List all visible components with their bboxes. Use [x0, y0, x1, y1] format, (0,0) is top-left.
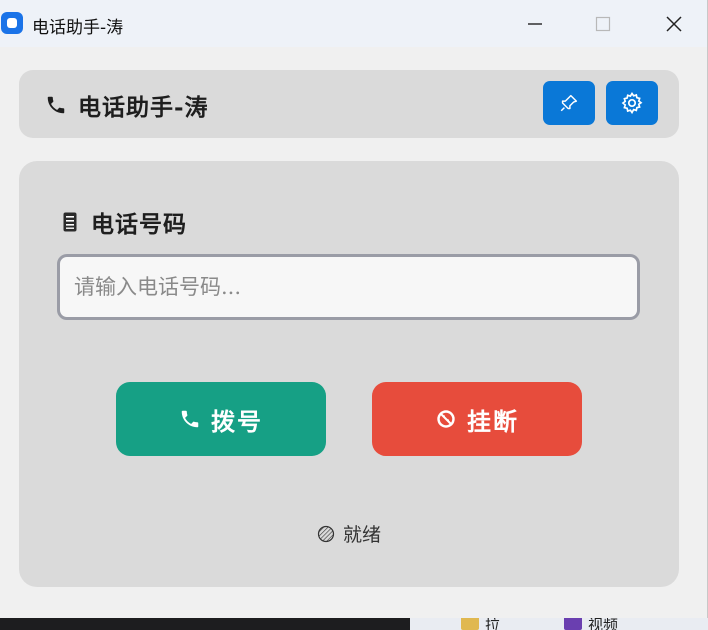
settings-button[interactable]: [606, 81, 658, 125]
page-title: 电话助手-涛: [78, 94, 209, 121]
phone-icon: [45, 94, 67, 120]
gear-icon: [621, 91, 643, 115]
minimize-button[interactable]: [501, 0, 569, 47]
hangup-button-label: 挂断: [467, 406, 519, 436]
phone-number-label: 电话号码: [63, 205, 187, 239]
minimize-icon: [528, 22, 542, 25]
hangup-button[interactable]: 挂断: [372, 382, 582, 456]
status-text: 就绪: [342, 524, 381, 546]
window-title: 电话助手-涛: [32, 18, 124, 38]
close-button[interactable]: [640, 0, 707, 47]
no-phone-icon: [437, 410, 455, 428]
close-icon: [666, 15, 682, 32]
title-bar[interactable]: 电话助手-涛: [0, 0, 707, 47]
phone-icon: [181, 410, 199, 428]
maximize-icon: [595, 16, 611, 31]
folder-icon: [461, 616, 479, 630]
phone-number-input[interactable]: [57, 254, 640, 320]
app-window: 电话助手-涛 电话助手-涛 电话号码 请输入电话号码... 拨号 挂断 就绪: [0, 0, 708, 618]
status-icon: [317, 525, 335, 542]
phone-book-icon: [63, 212, 77, 232]
dial-button[interactable]: 拨号: [116, 382, 326, 456]
video-icon: [564, 616, 582, 630]
dialer-card: 电话号码 拨号 挂断: [19, 161, 679, 587]
phone-number-label-text: 电话号码: [91, 211, 187, 238]
header-card: 电话助手-涛: [19, 70, 679, 138]
status-indicator: 就绪: [19, 520, 679, 547]
dial-button-label: 拨号: [211, 406, 263, 436]
maximize-button[interactable]: [569, 0, 637, 47]
pin-button[interactable]: [543, 81, 595, 125]
pin-icon: [560, 94, 578, 112]
app-icon: [1, 12, 23, 34]
